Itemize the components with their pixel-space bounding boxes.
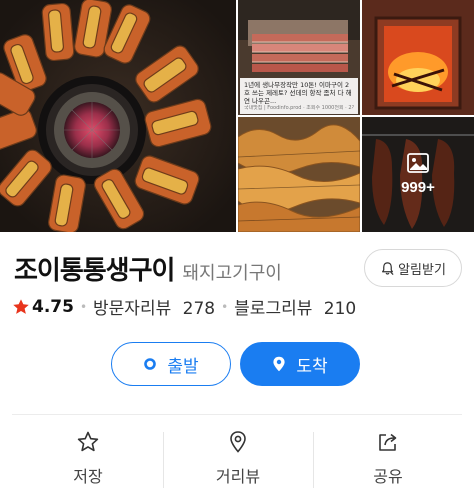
start-button[interactable]: 출발 (111, 342, 231, 386)
save-button[interactable]: 저장 (13, 430, 163, 492)
more-photos-count: 999+ (401, 179, 435, 196)
more-photos-overlay: 999+ (362, 117, 474, 232)
video-caption-source: 국내맛집 | Foodinfo.prod · 조회수 1000천회 · 2개월 … (244, 105, 354, 111)
alarm-button[interactable]: 알림받기 (364, 249, 462, 287)
blog-review-label: 블로그리뷰 (234, 299, 313, 319)
bell-icon (382, 261, 394, 275)
share-label: 공유 (373, 467, 403, 486)
separator-dot: • (79, 299, 88, 314)
photo-grilled-meat[interactable] (238, 117, 360, 232)
star-outline-icon (77, 431, 99, 452)
origin-circle-icon (144, 358, 157, 370)
alarm-label: 알림받기 (398, 262, 446, 278)
rating-value: 4.75 (32, 296, 74, 317)
photo-gallery: 1년에 생나무장작만 10톤! 이마구이 2호 쓰는 제레토? 선데의 항작 좀… (0, 0, 474, 232)
visitor-review-label: 방문자리뷰 (93, 299, 172, 319)
photo-oven-fire[interactable] (362, 0, 474, 115)
star-icon (13, 298, 29, 314)
street-view-label: 거리뷰 (215, 467, 261, 486)
destination-label: 도착 (296, 356, 328, 377)
map-pin-icon (230, 431, 246, 453)
street-view-button[interactable]: 거리뷰 (163, 430, 313, 492)
share-icon (379, 433, 397, 451)
map-pin-icon (273, 356, 285, 372)
visitor-review-count: 278 (182, 299, 216, 319)
video-caption: 1년에 생나무장작만 10톤! 이마구이 2호 쓰는 제레토? 선데의 항작 좀… (240, 78, 358, 114)
visitor-review-link[interactable]: 방문자리뷰 278 (93, 294, 215, 319)
image-icon (407, 153, 429, 173)
destination-button[interactable]: 도착 (240, 342, 360, 386)
photo-grill-main[interactable] (0, 0, 236, 232)
share-button[interactable]: 공유 (313, 430, 463, 492)
photo-video-thumbnail[interactable]: 1년에 생나무장작만 10톤! 이마구이 2호 쓰는 제레토? 선데의 항작 좀… (238, 0, 360, 115)
photo-more[interactable]: 999+ (362, 117, 474, 232)
place-title-row: 조이통통생구이 돼지고기구이 (14, 250, 282, 287)
start-label: 출발 (167, 356, 199, 377)
place-name: 조이통통생구이 (14, 256, 175, 286)
blog-review-link[interactable]: 블로그리뷰 210 (234, 294, 356, 319)
separator-dot: • (221, 299, 229, 314)
save-label: 저장 (73, 467, 103, 486)
place-category: 돼지고기구이 (182, 263, 282, 284)
rating-row: 4.75 • 방문자리뷰 278 • 블로그리뷰 210 (12, 294, 356, 319)
blog-review-count: 210 (323, 299, 357, 319)
divider (12, 414, 462, 415)
video-caption-text: 1년에 생나무장작만 10톤! 이마구이 2호 쓰는 제레토? 선데의 항작 좀… (244, 81, 352, 105)
